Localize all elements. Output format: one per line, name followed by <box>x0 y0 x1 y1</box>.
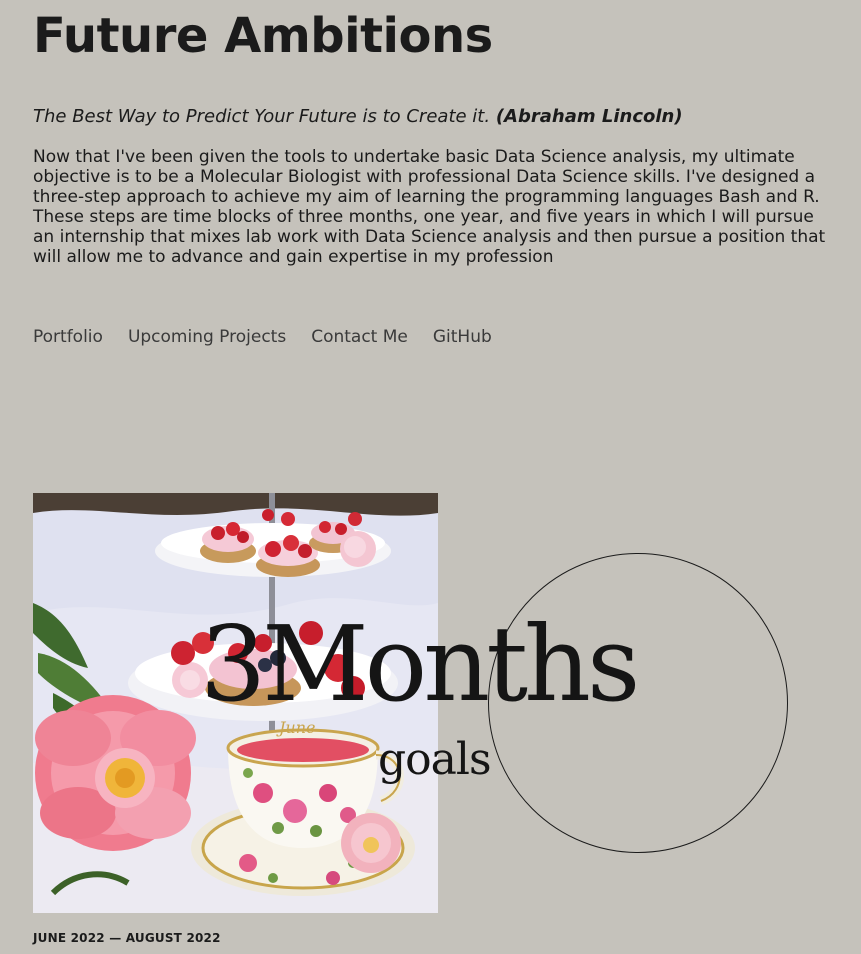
nav-contact-me-link[interactable]: Contact Me <box>311 326 408 348</box>
nav-portfolio-link[interactable]: Portfolio <box>33 326 103 348</box>
quote-author: (Abraham Lincoln) <box>495 106 683 127</box>
quote: The Best Way to Predict Your Future is t… <box>33 106 833 128</box>
quote-text: The Best Way to Predict Your Future is t… <box>33 106 491 127</box>
date-range: JUNE 2022 — AUGUST 2022 <box>33 931 221 945</box>
main-nav: Portfolio Upcoming Projects Contact Me G… <box>33 326 492 348</box>
section-subheading: goals <box>378 734 492 785</box>
page-title: Future Ambitions <box>33 8 493 64</box>
section-heading: 3Months <box>200 603 640 725</box>
intro-paragraph: Now that I've been given the tools to un… <box>33 147 826 267</box>
nav-upcoming-projects-link[interactable]: Upcoming Projects <box>128 326 286 348</box>
nav-github-link[interactable]: GitHub <box>433 326 492 348</box>
